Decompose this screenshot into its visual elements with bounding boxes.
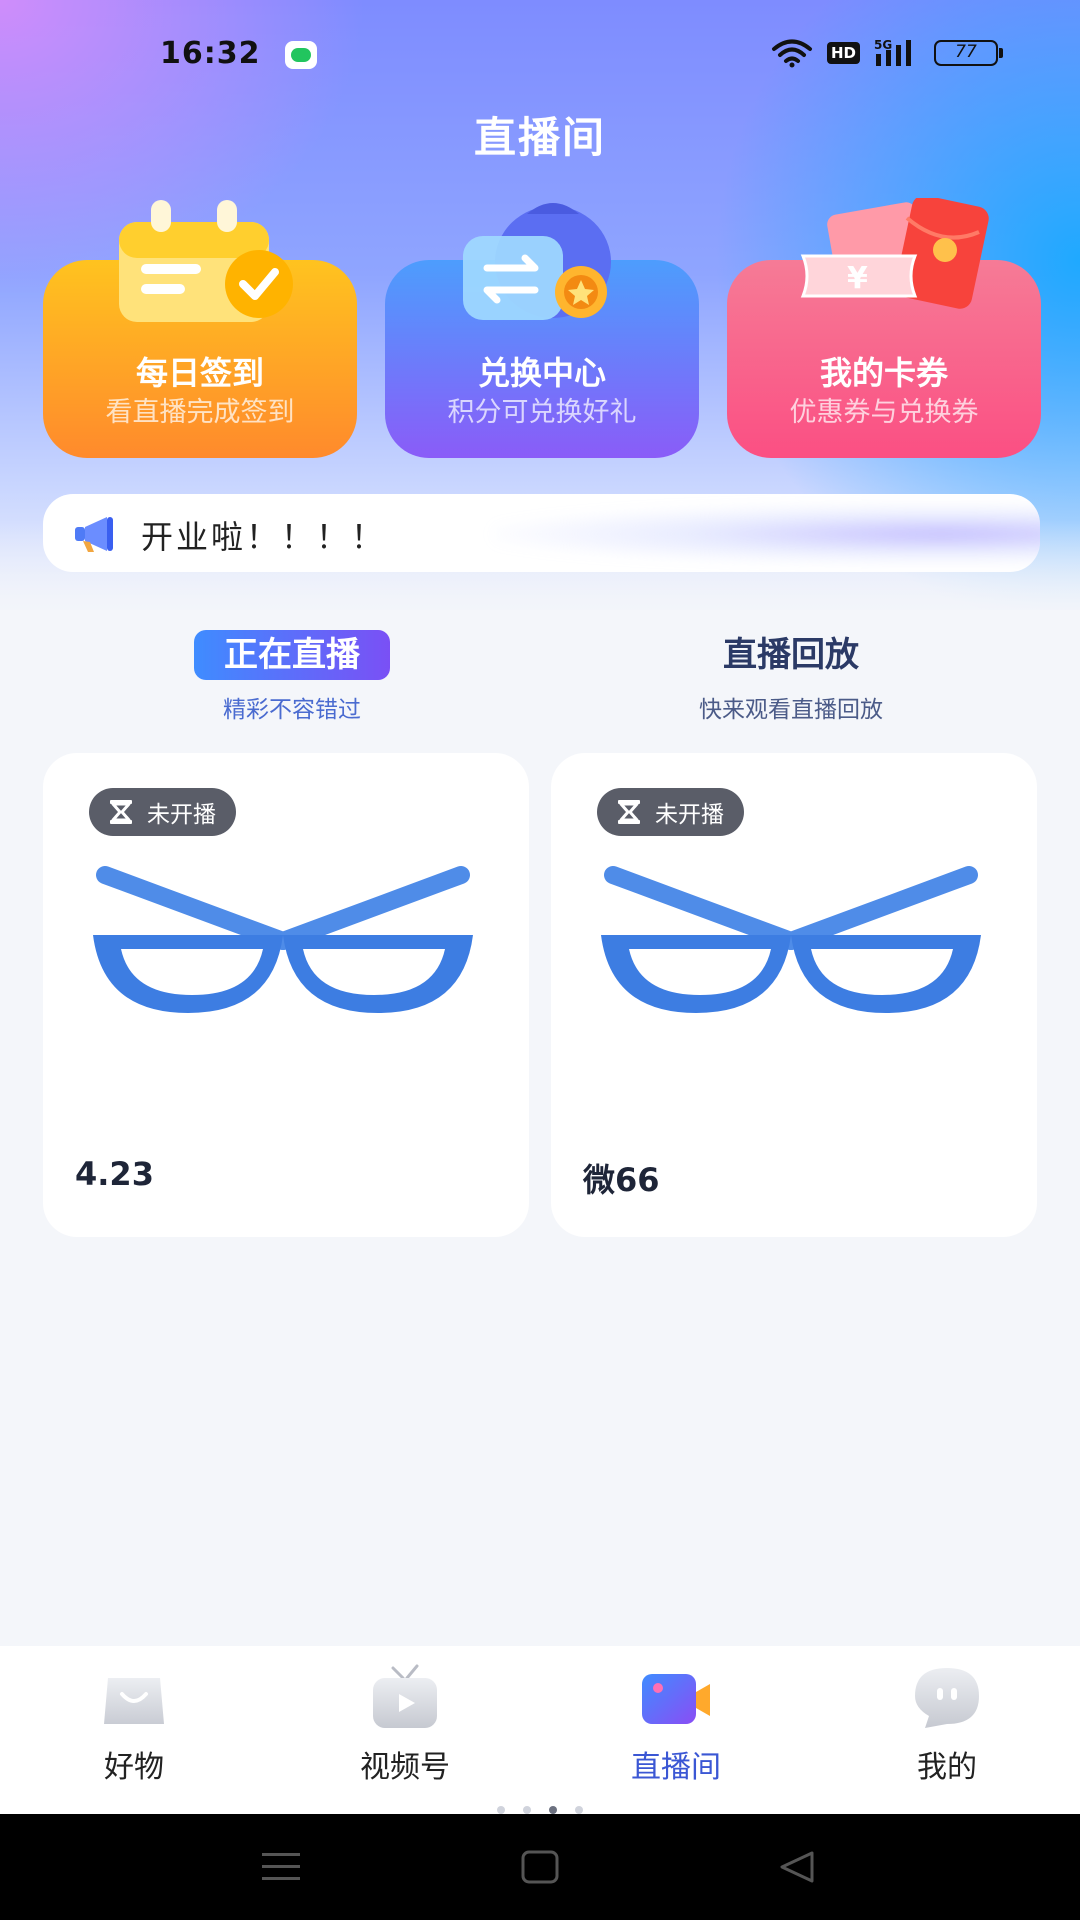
profile-face-icon bbox=[915, 1668, 979, 1728]
tab-subtitle: 精彩不容错过 bbox=[223, 697, 361, 723]
tab-label: 直播回放 bbox=[723, 635, 859, 675]
back-icon[interactable] bbox=[778, 1850, 816, 1884]
card-title: 兑换中心 bbox=[477, 354, 606, 392]
stream-title: 4.23 bbox=[75, 1155, 154, 1193]
my-coupons-card[interactable]: ¥ 我的卡券 优惠券与兑换券 bbox=[727, 198, 1041, 458]
announcement-text: 开业啦！！！！ bbox=[141, 518, 387, 556]
tab-replay[interactable]: 直播回放 快来观看直播回放 bbox=[631, 630, 951, 724]
stream-status-text: 未开播 bbox=[655, 802, 724, 828]
shopping-bag-icon bbox=[104, 1678, 164, 1724]
tab-label: 正在直播 bbox=[194, 630, 390, 680]
nav-item-channels[interactable]: 视频号 bbox=[305, 1664, 505, 1786]
announcement-glow bbox=[493, 504, 1040, 564]
wifi-icon bbox=[771, 39, 812, 68]
tab-subtitle: 快来观看直播回放 bbox=[699, 697, 883, 723]
hourglass-icon bbox=[110, 800, 132, 824]
nav-label: 好物 bbox=[104, 1750, 164, 1785]
stream-status-text: 未开播 bbox=[147, 802, 216, 828]
coupon-ticket-icon: ¥ bbox=[800, 198, 989, 309]
page-title: 直播间 bbox=[473, 113, 606, 162]
exchange-center-card[interactable]: 兑换中心 积分可兑换好礼 bbox=[385, 203, 699, 458]
stream-thumbnail-image bbox=[93, 866, 473, 1013]
battery-icon: 77 bbox=[934, 40, 1003, 66]
stream-card[interactable]: 未开播 4.23 bbox=[43, 753, 529, 1237]
calendar-check-icon bbox=[119, 200, 293, 322]
video-camera-icon bbox=[642, 1674, 710, 1724]
hourglass-icon bbox=[618, 800, 640, 824]
nav-item-goods[interactable]: 好物 bbox=[34, 1664, 234, 1786]
megaphone-icon bbox=[75, 517, 113, 552]
status-indicators: HD 5G 77 bbox=[771, 38, 1003, 68]
tab-live-now[interactable]: 正在直播 精彩不容错过 bbox=[132, 630, 452, 724]
page-indicator bbox=[0, 1806, 1080, 1814]
stream-status-badge: 未开播 bbox=[597, 788, 744, 836]
tv-icon bbox=[373, 1664, 437, 1728]
status-time: 16:32 bbox=[160, 36, 261, 71]
page-dot-active bbox=[549, 1806, 557, 1814]
exchange-bag-icon bbox=[463, 203, 611, 320]
announcement-bar[interactable]: 开业啦！！！！ bbox=[43, 494, 1040, 572]
card-title: 每日签到 bbox=[135, 354, 264, 392]
svg-text:¥: ¥ bbox=[847, 261, 868, 296]
stream-thumbnail-image bbox=[601, 866, 981, 1013]
home-icon[interactable] bbox=[521, 1850, 559, 1884]
nav-item-live-room[interactable]: 直播间 bbox=[576, 1664, 776, 1786]
system-nav-bar bbox=[0, 1814, 1080, 1920]
page-dot bbox=[575, 1806, 583, 1814]
status-bar: 16:32 HD 5G 77 bbox=[0, 0, 1080, 110]
nav-item-profile[interactable]: 我的 bbox=[847, 1664, 1047, 1786]
stream-title: 微66 bbox=[583, 1161, 660, 1199]
message-icon bbox=[285, 41, 317, 69]
page-dot bbox=[523, 1806, 531, 1814]
stream-status-badge: 未开播 bbox=[89, 788, 236, 836]
stream-card[interactable]: 未开播 微66 bbox=[551, 753, 1037, 1237]
nav-label: 我的 bbox=[917, 1750, 977, 1785]
nav-label: 视频号 bbox=[360, 1750, 450, 1785]
card-title: 我的卡券 bbox=[819, 354, 948, 392]
card-subtitle: 优惠券与兑换券 bbox=[789, 397, 979, 428]
hd-icon: HD bbox=[826, 42, 860, 64]
nav-label: 直播间 bbox=[631, 1750, 721, 1785]
daily-checkin-card[interactable]: 每日签到 看直播完成签到 bbox=[43, 200, 357, 458]
bottom-nav: 好物 视频号 直播间 我的 bbox=[0, 1646, 1080, 1814]
card-subtitle: 积分可兑换好礼 bbox=[447, 397, 637, 428]
card-subtitle: 看直播完成签到 bbox=[105, 397, 295, 428]
menu-icon[interactable] bbox=[262, 1850, 300, 1884]
signal-icon: 5G bbox=[874, 38, 911, 66]
page-dot bbox=[497, 1806, 505, 1814]
signal-label: 5G bbox=[874, 38, 892, 52]
